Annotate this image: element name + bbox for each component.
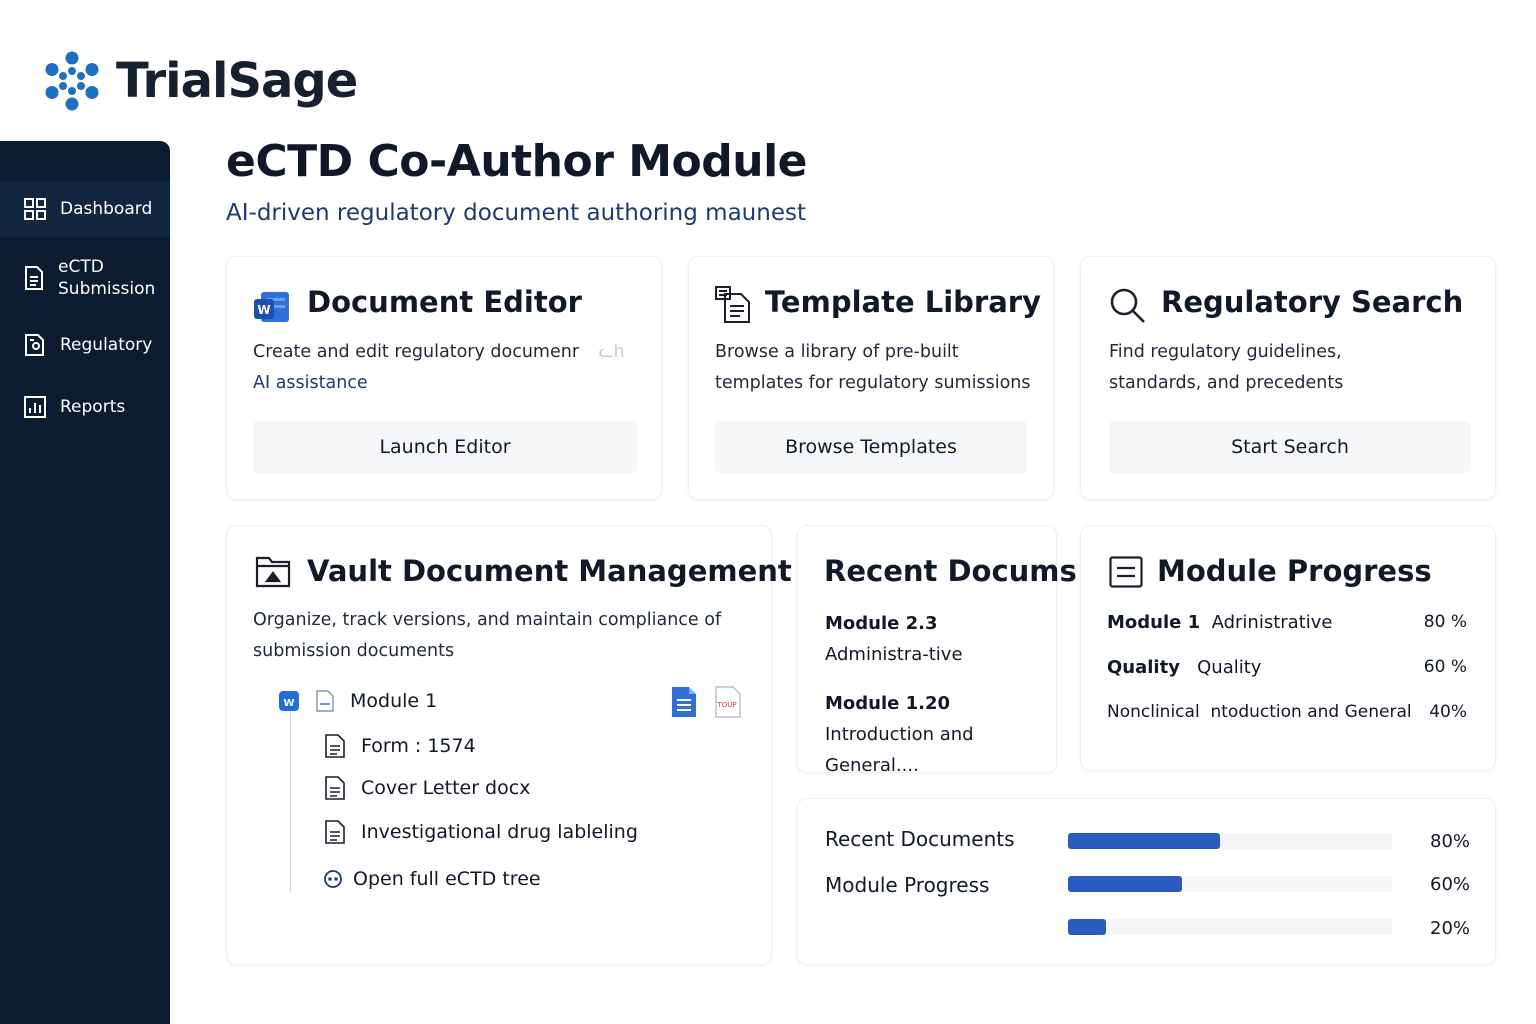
regulatory-icon [25, 334, 44, 356]
progress-bar-fill [1068, 919, 1106, 935]
svg-text:W: W [257, 303, 270, 317]
recent-doc-item[interactable]: Module 2.3 Administra-tive [825, 608, 1045, 670]
recent-doc-item[interactable]: Module 1.20 Introduction and General.... [825, 688, 1045, 781]
progress-summary-label: Module Progress [825, 873, 990, 897]
word-file-icon: W [279, 691, 299, 711]
card-title: Document Editor [307, 285, 582, 319]
vault-document-management-card: Vault Document Management Organize, trac… [226, 525, 792, 965]
open-full-ectd-tree-link[interactable]: Open full eCTD tree [323, 868, 541, 890]
progress-bar-fill [1068, 833, 1220, 849]
module-progress-label: Adrinistrative [1200, 612, 1333, 633]
card-title: Recent Docums [824, 554, 1077, 588]
progress-bar-fill [1068, 876, 1182, 892]
grid-icon [24, 198, 46, 220]
card-description: Find regulatory guidelines, standards, a… [1109, 342, 1344, 393]
more-circle-icon [324, 870, 342, 888]
tree-item[interactable]: Investigational drug lableling [325, 820, 638, 844]
trialsage-logo-icon [45, 51, 99, 111]
module-progress-row: Quality Quality 60 % [1107, 657, 1467, 678]
card-title: Regulatory Search [1161, 285, 1464, 319]
progress-track [1068, 876, 1392, 892]
tree-item-label: Cover Letter docx [361, 777, 531, 799]
tree-item-label: Investigational drug lableling [361, 821, 638, 843]
document-editor-card: W Document Editor Create and edit regula… [226, 256, 662, 500]
browse-templates-button[interactable]: Browse Templates [715, 421, 1027, 473]
sidebar-item-ectd-submission[interactable]: eCTD Submission [0, 253, 170, 303]
tree-root-label: Module 1 [350, 690, 438, 712]
recent-doc-title: Administra-tive [825, 644, 963, 665]
pdf-badge: TOUP [716, 701, 736, 709]
bar-chart-icon [24, 396, 46, 418]
sidebar: Dashboard eCTD Submission Regulatory Rep… [0, 141, 170, 1024]
regulatory-search-card: Regulatory Search Find regulatory guidel… [1080, 256, 1496, 500]
card-title: Vault Document Management [307, 554, 792, 588]
document-icon [325, 776, 345, 800]
page-subtitle: AI-driven regulatory document authoring … [226, 200, 806, 226]
sidebar-item-label: Dashboard [60, 199, 153, 219]
card-title: Template Library [765, 285, 1041, 319]
folder-icon [255, 556, 291, 588]
module-progress-label: Nonclinical ntoduction and General [1107, 702, 1412, 722]
module-progress-label: Quality [1179, 657, 1262, 678]
module-progress-module: Module 1 [1107, 612, 1201, 633]
card-description: Browse a library of pre-built templates … [715, 342, 1031, 393]
sidebar-item-dashboard[interactable]: Dashboard [0, 181, 170, 237]
sidebar-item-label: Reports [60, 397, 126, 417]
tree-item[interactable]: Form : 1574 [325, 734, 476, 758]
progress-track [1068, 833, 1392, 849]
progress-percent: 20% [1430, 918, 1471, 939]
recent-doc-module: Module 1.20 [825, 693, 951, 714]
template-icon [715, 286, 750, 323]
template-library-card: Template Library Browse a library of pre… [688, 256, 1054, 500]
open-tree-label: Open full eCTD tree [353, 868, 541, 890]
module-progress-row: Module 1 Adrinistrative 80 % [1107, 612, 1467, 633]
list-icon [1109, 556, 1143, 588]
card-description: Create and edit regulatory documenr ᓚh A… [253, 337, 633, 399]
tree-connector [290, 708, 291, 892]
tree-item[interactable]: Cover Letter docx [325, 776, 530, 800]
module-progress-percent: 80 % [1423, 612, 1467, 632]
pdf-file-icon[interactable]: TOUP [715, 686, 741, 718]
recent-doc-title: Introduction and General.... [825, 724, 974, 776]
brand-name: TrialSage [116, 53, 358, 109]
card-title: Module Progress [1157, 554, 1432, 588]
tree-root-module-1[interactable]: W Module 1 [278, 690, 437, 712]
google-doc-icon[interactable] [671, 686, 697, 718]
page-title: eCTD Co-Author Module [226, 136, 808, 187]
module-progress-percent: 60 % [1423, 657, 1467, 677]
card-description-line: AI assistance [253, 373, 368, 393]
module-progress-percent: 40% [1429, 702, 1467, 722]
progress-summary-label: Recent Documents [825, 827, 1015, 851]
document-icon [325, 820, 345, 844]
sidebar-item-label: Regulatory [60, 335, 153, 355]
search-icon [1110, 288, 1145, 323]
sidebar-item-label: eCTD Submission [58, 257, 156, 299]
module-progress-card: Module Progress Module 1 Adrinistrative … [1080, 525, 1496, 771]
tree-item-label: Form : 1574 [361, 735, 476, 757]
progress-percent: 60% [1430, 874, 1471, 895]
card-description: Organize, track versions, and maintain c… [253, 610, 722, 661]
sidebar-item-regulatory[interactable]: Regulatory [0, 327, 170, 363]
recent-docs-card: Recent Docums Module 2.3 Administra-tive… [797, 525, 1077, 776]
sidebar-item-reports[interactable]: Reports [0, 389, 170, 425]
document-icon [25, 266, 43, 290]
card-description-line: Create and edit regulatory documenr [253, 342, 580, 362]
module-progress-module: Quality [1107, 657, 1180, 678]
svg-text:W: W [283, 698, 294, 709]
brand[interactable]: TrialSage [42, 50, 358, 112]
file-icon [316, 690, 334, 712]
launch-editor-button[interactable]: Launch Editor [253, 421, 637, 473]
start-search-button[interactable]: Start Search [1109, 421, 1471, 473]
module-progress-row: Nonclinical ntoduction and General 40% [1107, 702, 1467, 722]
progress-summary-card: Recent Documents Module Progress 80% 60%… [797, 798, 1496, 965]
recent-doc-module: Module 2.3 [825, 613, 938, 634]
progress-percent: 80% [1430, 831, 1471, 852]
document-icon [325, 734, 345, 758]
word-icon: W [254, 292, 289, 322]
progress-track [1068, 919, 1392, 935]
card-description-fragment: ᓚh [598, 342, 625, 362]
